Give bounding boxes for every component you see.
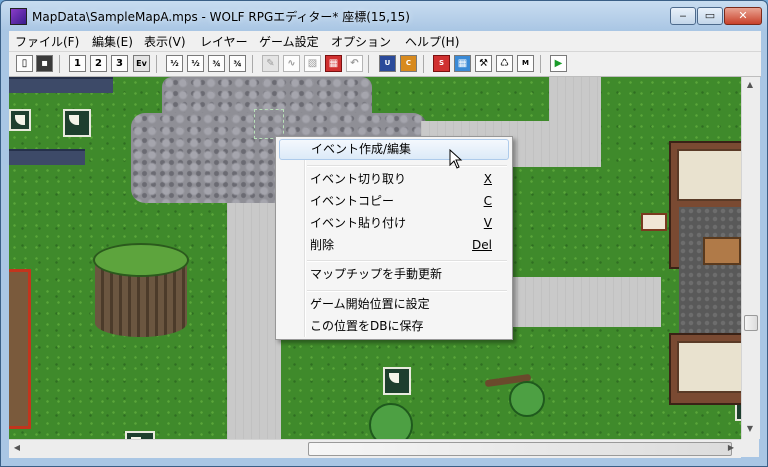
horizontal-scrollbar[interactable]: ◀ ▶ — [9, 439, 741, 458]
scrollbar-corner — [741, 439, 759, 457]
menu-paste-event[interactable]: イベント貼り付け V — [279, 213, 509, 234]
water-terrain — [9, 77, 113, 93]
cdb-icon[interactable]: C — [400, 55, 417, 72]
house-roof — [677, 341, 741, 393]
minimize-button[interactable]: ‒ — [670, 7, 696, 25]
water-terrain — [9, 149, 85, 165]
scroll-right-arrow-icon[interactable]: ▶ — [723, 440, 739, 456]
edit-mode-4-icon[interactable]: ¾ — [229, 55, 246, 72]
menu-separator — [307, 290, 507, 292]
stone-path — [509, 277, 661, 327]
menu-view[interactable]: 表示(V) — [144, 33, 186, 50]
close-button[interactable]: ✕ — [724, 7, 762, 25]
new-file-icon[interactable]: ▯ — [16, 55, 33, 72]
menu-item-label: イベントコピー — [310, 194, 395, 208]
toolbar-separator — [540, 55, 541, 73]
menu-shortcut-key: Del — [472, 238, 492, 252]
menu-cut-event[interactable]: イベント切り取り X — [279, 169, 509, 190]
house-floor — [679, 207, 741, 335]
fill-icon[interactable]: ∿ — [283, 55, 300, 72]
menu-delete-event[interactable]: 削除 Del — [279, 235, 509, 256]
stump-grass-top — [93, 243, 189, 277]
menu-set-start-position[interactable]: ゲーム開始位置に設定 — [279, 294, 509, 315]
stone-path — [227, 203, 281, 439]
menu-options[interactable]: オプション — [331, 33, 391, 50]
layer-1-button[interactable]: 1 — [69, 55, 86, 72]
window-title: MapData\SampleMapA.mps - WOLF RPGエディター* … — [32, 10, 410, 24]
menu-game-settings[interactable]: ゲーム設定 — [259, 33, 319, 50]
wolf-app-icon — [10, 8, 27, 25]
map-select-icon[interactable]: ▦ — [325, 55, 342, 72]
system-db-icon[interactable]: S — [433, 55, 450, 72]
menu-edit[interactable]: 編集(E) — [92, 33, 133, 50]
menu-file[interactable]: ファイル(F) — [15, 33, 79, 50]
menu-shortcut-key: V — [483, 216, 492, 230]
toolbar-separator — [59, 55, 60, 73]
map-event-marker[interactable] — [383, 367, 411, 395]
menu-save-position-to-db[interactable]: この位置をDBに保存 — [279, 316, 509, 337]
wooden-table — [703, 237, 741, 265]
tree — [369, 403, 413, 439]
title-bar: MapData\SampleMapA.mps - WOLF RPGエディター* … — [1, 1, 767, 30]
map-event-marker[interactable] — [63, 109, 91, 137]
menu-bar: ファイル(F) 編集(E) 表示(V) レイヤー ゲーム設定 オプション ヘルプ… — [9, 31, 761, 52]
vertical-scroll-thumb[interactable] — [744, 315, 758, 331]
edit-mode-2-icon[interactable]: ½ — [187, 55, 204, 72]
wooden-fence — [9, 269, 31, 429]
toolbar: ▯ ▪ 1 2 3 Ev ½ ½ ¾ ¾ ✎ ∿ ▧ ▦ ↶ U C S ▦ ⚒… — [9, 52, 761, 77]
scroll-up-arrow-icon[interactable]: ▲ — [742, 77, 758, 93]
edit-mode-3-icon[interactable]: ¾ — [208, 55, 225, 72]
toolbar-separator — [252, 55, 253, 73]
mouse-cursor-icon — [449, 149, 463, 169]
rectangle-icon[interactable]: ▧ — [304, 55, 321, 72]
map-selection-cursor — [254, 109, 284, 139]
map-event-marker[interactable] — [125, 431, 155, 439]
menu-copy-event[interactable]: イベントコピー C — [279, 191, 509, 212]
horizontal-scroll-thumb[interactable] — [308, 442, 732, 456]
menu-item-label: ゲーム開始位置に設定 — [310, 297, 430, 311]
test-play-icon[interactable]: ▶ — [550, 55, 567, 72]
menu-separator — [307, 165, 507, 167]
shop-sign — [641, 213, 667, 231]
maximize-button[interactable]: ▭ — [697, 7, 723, 25]
context-menu: イベント作成/編集 イベント切り取り X イベントコピー C イベント貼り付け … — [275, 136, 513, 340]
resource-icon[interactable]: ♺ — [496, 55, 513, 72]
menu-refresh-mapchip[interactable]: マップチップを手動更新 — [279, 264, 509, 285]
layer-2-button[interactable]: 2 — [90, 55, 107, 72]
event-layer-button[interactable]: Ev — [133, 55, 150, 72]
menu-item-label: イベント作成/編集 — [311, 142, 412, 156]
menu-item-label: イベント貼り付け — [310, 216, 407, 230]
stone-path — [549, 77, 601, 167]
vertical-scrollbar[interactable]: ▲ ▼ — [741, 77, 760, 439]
save-icon[interactable]: ▪ — [36, 55, 53, 72]
menu-item-label: イベント切り取り — [310, 172, 407, 186]
map-icon[interactable]: M — [517, 55, 534, 72]
menu-item-label: 削除 — [310, 238, 335, 252]
editor-window: MapData\SampleMapA.mps - WOLF RPGエディター* … — [0, 0, 768, 467]
tools-icon[interactable]: ⚒ — [475, 55, 492, 72]
menu-separator — [307, 260, 507, 262]
toolbar-separator — [156, 55, 157, 73]
pencil-icon[interactable]: ✎ — [262, 55, 279, 72]
undo-icon[interactable]: ↶ — [346, 55, 363, 72]
menu-create-edit-event[interactable]: イベント作成/編集 — [279, 139, 509, 160]
user-db-icon[interactable]: U — [379, 55, 396, 72]
toolbar-separator — [423, 55, 424, 73]
edit-mode-1-icon[interactable]: ½ — [166, 55, 183, 72]
menu-shortcut-key: C — [483, 194, 492, 208]
map-event-marker[interactable] — [9, 109, 31, 131]
tree — [509, 381, 545, 417]
house-roof — [677, 149, 741, 201]
menu-shortcut-key: X — [483, 172, 492, 186]
tree-stump — [93, 243, 189, 341]
menu-layer[interactable]: レイヤー — [200, 33, 248, 50]
map-chip-icon[interactable]: ▦ — [454, 55, 471, 72]
menu-item-label: この位置をDBに保存 — [310, 319, 424, 333]
layer-3-button[interactable]: 3 — [111, 55, 128, 72]
scroll-down-arrow-icon[interactable]: ▼ — [742, 421, 758, 437]
menu-help[interactable]: ヘルプ(H) — [405, 33, 459, 50]
scroll-left-arrow-icon[interactable]: ◀ — [9, 440, 25, 456]
menu-item-label: マップチップを手動更新 — [310, 267, 443, 281]
toolbar-separator — [368, 55, 369, 73]
